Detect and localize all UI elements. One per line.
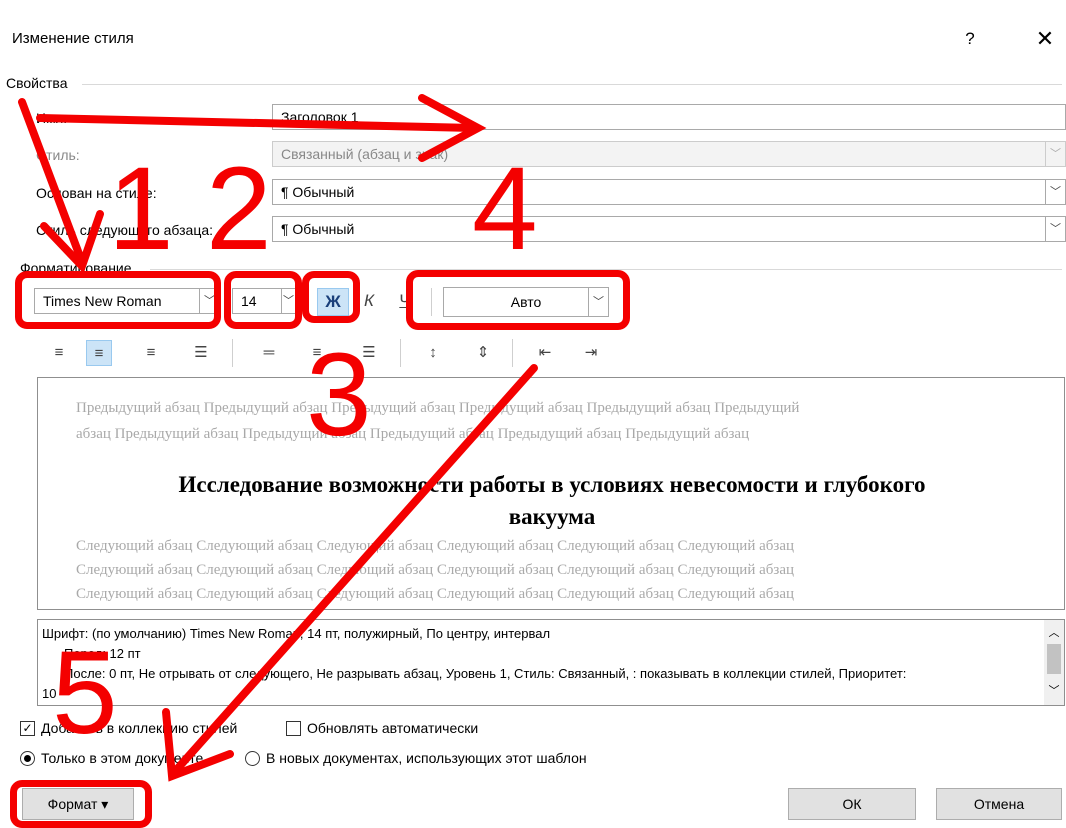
annotation-arrows (18, 94, 538, 782)
arrow-to-format (174, 364, 538, 772)
arrow-to-name-field (36, 114, 478, 132)
